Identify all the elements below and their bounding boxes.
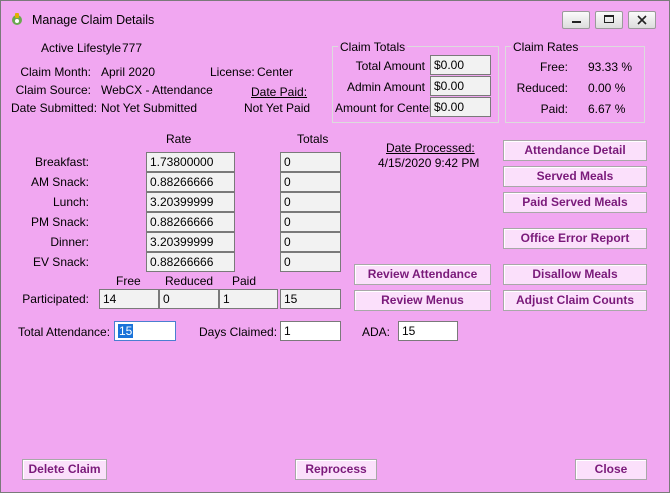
- claim-month-label: Claim Month:: [20, 65, 91, 79]
- meal-rate-field[interactable]: 0.88266666: [146, 172, 235, 192]
- license-label: License:: [210, 65, 255, 79]
- days-claimed-input[interactable]: 1: [280, 321, 341, 341]
- date-paid-label: Date Paid:: [251, 85, 308, 99]
- meal-label: Dinner:: [50, 235, 89, 249]
- license-value: Center: [257, 65, 294, 79]
- meal-rate-field[interactable]: 0.88266666: [146, 252, 235, 272]
- meal-rate-field[interactable]: 1.73800000: [146, 152, 235, 172]
- date-submitted-value: Not Yet Submitted: [101, 101, 198, 115]
- attendance-detail-button[interactable]: Attendance Detail: [503, 140, 647, 161]
- date-processed-label: Date Processed:: [386, 141, 475, 155]
- free-header: Free: [116, 274, 141, 288]
- ada-label: ADA:: [362, 325, 391, 339]
- meal-total-field[interactable]: 0: [280, 192, 341, 212]
- free-rate-value: 93.33 %: [588, 60, 633, 74]
- reprocess-button[interactable]: Reprocess: [295, 459, 377, 480]
- claim-month-value: April 2020: [101, 65, 156, 79]
- total-attendance-label: Total Attendance:: [18, 325, 111, 339]
- free-rate-label: Free:: [539, 60, 568, 74]
- meal-label: AM Snack:: [30, 175, 89, 189]
- meal-total-field[interactable]: 0: [280, 172, 341, 192]
- paid-header: Paid: [232, 274, 257, 288]
- paid-served-meals-button[interactable]: Paid Served Meals: [503, 192, 647, 213]
- days-claimed-label: Days Claimed:: [199, 325, 278, 339]
- review-attendance-button[interactable]: Review Attendance: [354, 264, 491, 285]
- meal-total-field[interactable]: 0: [280, 152, 341, 172]
- served-meals-button[interactable]: Served Meals: [503, 166, 647, 187]
- claim-source-label: Claim Source:: [15, 83, 91, 97]
- reduced-rate-value: 0.00 %: [588, 81, 626, 95]
- admin-amount-field[interactable]: $0.00: [430, 76, 491, 96]
- date-submitted-label: Date Submitted:: [11, 101, 98, 115]
- claim-rates-title: Claim Rates: [511, 40, 581, 54]
- totals-header: Totals: [297, 132, 329, 146]
- close-button[interactable]: Close: [575, 459, 647, 480]
- delete-claim-button[interactable]: Delete Claim: [22, 459, 107, 480]
- org-id: 777: [122, 41, 143, 55]
- org-label: Active Lifestyle: [41, 41, 122, 55]
- minimize-icon: [572, 21, 581, 23]
- participated-free-field[interactable]: 14: [99, 289, 159, 309]
- amount-for-center-field[interactable]: $0.00: [430, 97, 491, 117]
- meal-rate-field[interactable]: 3.20399999: [146, 232, 235, 252]
- manage-claim-details-window: Manage Claim Details Active Lifestyle 77…: [0, 0, 670, 493]
- close-icon: [637, 15, 647, 25]
- meal-rate-field[interactable]: 0.88266666: [146, 212, 235, 232]
- meal-label: PM Snack:: [30, 215, 89, 229]
- minimize-button[interactable]: [562, 11, 590, 29]
- date-processed-value: 4/15/2020 9:42 PM: [378, 156, 480, 170]
- amount-for-center-label: Amount for Center: [335, 101, 434, 115]
- meal-label: Lunch:: [52, 195, 89, 209]
- participated-label: Participated:: [22, 292, 89, 306]
- review-menus-button[interactable]: Review Menus: [354, 290, 491, 311]
- participated-paid-field[interactable]: 1: [219, 289, 278, 309]
- maximize-icon: [604, 15, 614, 23]
- meal-rate-field[interactable]: 3.20399999: [146, 192, 235, 212]
- reduced-rate-label: Reduced:: [516, 81, 568, 95]
- ada-input[interactable]: 15: [398, 321, 458, 341]
- meal-total-field[interactable]: 0: [280, 232, 341, 252]
- meal-total-field[interactable]: 0: [280, 212, 341, 232]
- date-paid-value: Not Yet Paid: [244, 101, 311, 115]
- paid-rate-label: Paid:: [540, 102, 568, 116]
- meal-label: Breakfast:: [34, 155, 89, 169]
- total-attendance-input[interactable]: 15: [114, 321, 176, 341]
- total-attendance-value: 15: [118, 324, 134, 338]
- participated-total-field[interactable]: 15: [280, 289, 341, 309]
- meal-total-field[interactable]: 0: [280, 252, 341, 272]
- title-bar[interactable]: Manage Claim Details: [1, 1, 669, 37]
- claim-source-value: WebCX - Attendance: [101, 83, 213, 97]
- app-icon: [12, 13, 22, 25]
- participated-reduced-field[interactable]: 0: [159, 289, 219, 309]
- window-title: Manage Claim Details: [32, 13, 155, 27]
- reduced-header: Reduced: [165, 274, 214, 288]
- meal-label: EV Snack:: [32, 255, 89, 269]
- disallow-meals-button[interactable]: Disallow Meals: [503, 264, 647, 285]
- close-window-button[interactable]: [628, 11, 656, 29]
- total-amount-field[interactable]: $0.00: [430, 55, 491, 75]
- maximize-button[interactable]: [595, 11, 623, 29]
- paid-rate-value: 6.67 %: [588, 102, 626, 116]
- office-error-report-button[interactable]: Office Error Report: [503, 228, 647, 249]
- adjust-claim-counts-button[interactable]: Adjust Claim Counts: [503, 290, 647, 311]
- admin-amount-label: Admin Amount: [346, 80, 425, 94]
- total-amount-label: Total Amount: [355, 59, 425, 73]
- rate-header: Rate: [166, 132, 192, 146]
- claim-totals-title: Claim Totals: [338, 40, 408, 54]
